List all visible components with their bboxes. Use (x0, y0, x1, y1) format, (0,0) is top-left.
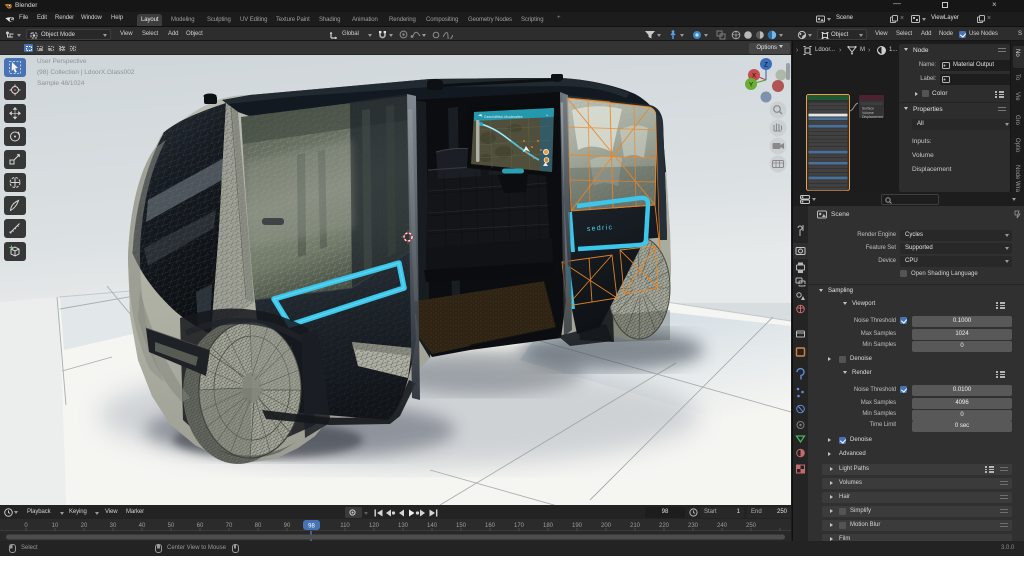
svg-text:Y: Y (749, 82, 754, 89)
svg-text:Geschäftlich-Musterallee: Geschäftlich-Musterallee (484, 115, 523, 119)
svg-text:Z: Z (764, 62, 768, 69)
svg-text:Displacement: Displacement (862, 115, 883, 119)
svg-text:98: 98 (308, 524, 315, 530)
